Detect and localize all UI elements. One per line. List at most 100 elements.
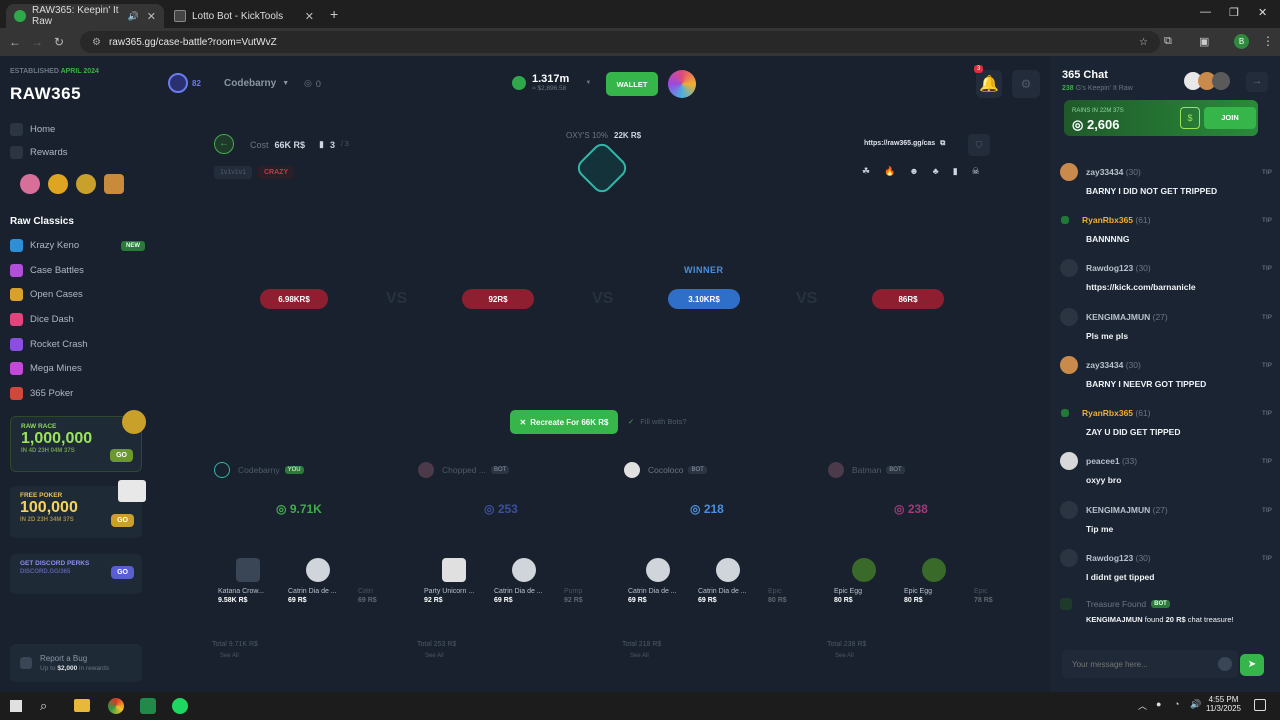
tip-button[interactable]: TIP <box>1262 507 1272 514</box>
close-tab-icon[interactable]: ✕ <box>147 10 156 23</box>
microphone-icon[interactable]: ● <box>1156 699 1161 709</box>
chat-username[interactable]: Rawdog123 <box>1086 263 1133 273</box>
spotify-icon[interactable] <box>172 698 188 714</box>
volume-icon[interactable]: 🔊 <box>1190 699 1201 710</box>
fill-bots-toggle[interactable]: ✓ Fill with Bots? <box>628 417 687 426</box>
wheel-icon[interactable] <box>20 174 40 194</box>
game-dice-dash[interactable]: Dice Dash <box>10 313 145 326</box>
file-explorer-icon[interactable] <box>74 699 90 712</box>
item-card[interactable]: Epic Egg 80 R$ <box>904 558 964 604</box>
tab-raw365[interactable]: RAW365: Keepin' It Raw 🔊 ✕ <box>6 4 164 28</box>
item-card[interactable]: Pump 92 R$ <box>564 558 584 604</box>
tab-search-icon[interactable]: ▣ <box>1199 35 1209 48</box>
chat-username[interactable]: Rawdog123 <box>1086 553 1133 563</box>
clover-icon[interactable]: ♣ <box>933 166 939 177</box>
nav-home[interactable]: Home <box>10 123 145 136</box>
new-tab-icon[interactable]: + <box>330 6 338 22</box>
profile-avatar[interactable]: B <box>1234 34 1249 49</box>
tip-button[interactable]: TIP <box>1262 362 1272 369</box>
shield-icon[interactable]: ⛉ <box>968 134 990 156</box>
chat-username[interactable]: peacee1 <box>1086 456 1120 466</box>
kick-app-icon[interactable] <box>140 698 156 714</box>
tip-button[interactable]: TIP <box>1262 555 1272 562</box>
notifications-icon[interactable] <box>1254 699 1266 711</box>
chat-input[interactable] <box>1062 659 1218 669</box>
tray-chevron-icon[interactable]: ︿ <box>1138 699 1147 712</box>
forward-icon[interactable]: → <box>26 35 48 49</box>
player-3[interactable]: Cocoloco BOT <box>624 462 707 478</box>
send-message-button[interactable]: ➤ <box>1240 654 1264 676</box>
join-rain-button[interactable]: JOIN <box>1204 107 1256 129</box>
chat-username[interactable]: RyanRbx365 <box>1082 408 1133 418</box>
item-card[interactable]: Epic Egg 80 R$ <box>834 558 894 604</box>
extensions-icon[interactable]: ⧉ <box>1164 35 1172 48</box>
bookmark-star-icon[interactable]: ☆ <box>1139 37 1148 48</box>
chevron-down-icon[interactable]: ▼ <box>585 80 591 86</box>
bottle-icon[interactable]: ▮ <box>953 166 958 177</box>
discord-go-button[interactable]: GO <box>111 566 134 579</box>
coin-icon[interactable] <box>48 174 68 194</box>
see-all-link[interactable]: See All <box>425 653 456 659</box>
badge-icon[interactable] <box>76 174 96 194</box>
chat-username[interactable]: KENGIMAJMUN <box>1086 312 1150 322</box>
tip-button[interactable]: TIP <box>1262 265 1272 272</box>
reload-icon[interactable]: ↻ <box>48 35 70 49</box>
user-level[interactable]: 82 <box>168 73 201 93</box>
recreate-button[interactable]: ✕ Recreate For 66K R$ <box>510 410 618 434</box>
browser-menu-icon[interactable]: ⋮ <box>1262 34 1274 48</box>
wallet-button[interactable]: WALLET <box>606 72 658 96</box>
copy-icon[interactable]: ⧉ <box>940 140 945 148</box>
case-icon[interactable]: ☘ <box>862 166 870 177</box>
close-tab-icon[interactable]: ✕ <box>305 10 314 23</box>
tip-button[interactable]: TIP <box>1262 410 1272 417</box>
game-case-battles[interactable]: Case Battles <box>10 264 145 277</box>
windows-start-icon[interactable] <box>10 700 22 712</box>
search-icon[interactable]: ⌕ <box>40 698 47 714</box>
balance-display[interactable]: 1.317m ≈ $2,896.58 ▼ <box>512 73 591 92</box>
item-card[interactable]: Catrin Dia de ... 69 R$ <box>494 558 554 604</box>
raw-race-go-button[interactable]: GO <box>110 449 133 462</box>
fire-icon[interactable]: 🔥 <box>884 166 895 177</box>
wifi-icon[interactable]: ◔ <box>1174 699 1179 709</box>
case-icon[interactable]: ☻ <box>909 166 918 177</box>
clock[interactable]: 4:55 PM 11/3/2025 <box>1206 695 1241 713</box>
item-card[interactable]: Epic 78 R$ <box>974 558 994 604</box>
tip-rain-icon[interactable]: $ <box>1180 107 1200 129</box>
tip-button[interactable]: TIP <box>1262 217 1272 224</box>
minimize-icon[interactable]: — <box>1200 6 1211 18</box>
item-card[interactable]: Catrin Dia de ... 69 R$ <box>288 558 348 604</box>
item-card[interactable]: Catrin Dia de ... 69 R$ <box>628 558 688 604</box>
skull-icon[interactable]: ☠ <box>972 166 980 177</box>
item-card[interactable]: Epic 80 R$ <box>768 558 788 604</box>
chat-username[interactable]: KENGIMAJMUN <box>1086 505 1150 515</box>
tip-button[interactable]: TIP <box>1262 314 1272 321</box>
discord-perks-card[interactable]: GET DISCORD PERKS DISCORD.GG/365 GO <box>10 554 142 594</box>
see-all-link[interactable]: See All <box>835 653 866 659</box>
tip-button[interactable]: TIP <box>1262 458 1272 465</box>
share-link[interactable]: https://raw365.gg/cas ⧉ <box>864 140 945 148</box>
emoji-icon[interactable] <box>1218 657 1232 671</box>
chrome-icon[interactable] <box>108 698 124 714</box>
chat-username[interactable]: RyanRbx365 <box>1082 215 1133 225</box>
item-card[interactable]: Catri 69 R$ <box>358 558 378 604</box>
tip-button[interactable]: TIP <box>1262 169 1272 176</box>
settings-button[interactable]: ⚙ <box>1012 70 1040 98</box>
game-rocket-crash[interactable]: Rocket Crash <box>10 338 145 351</box>
back-arrow-button[interactable]: ← <box>214 134 234 154</box>
item-card[interactable]: Katana Crow... 9.58K R$ <box>218 558 278 604</box>
spin-wheel-icon[interactable] <box>668 70 696 98</box>
item-card[interactable]: Catrin Dia de ... 69 R$ <box>698 558 758 604</box>
item-card[interactable]: Party Unicorn ... 92 R$ <box>424 558 484 604</box>
site-info-icon[interactable]: ⚙ <box>92 37 101 48</box>
report-bug-card[interactable]: Report a Bug Up to $2,000 in rewards <box>10 644 142 682</box>
see-all-link[interactable]: See All <box>630 653 661 659</box>
game-365-poker[interactable]: 365 Poker <box>10 387 145 400</box>
tab-lotto-bot[interactable]: Lotto Bot - KickTools ✕ <box>166 4 322 28</box>
game-open-cases[interactable]: Open Cases <box>10 288 145 301</box>
chest-icon[interactable] <box>104 174 124 194</box>
player-4[interactable]: Batman BOT <box>828 462 905 478</box>
player-2[interactable]: Chopped ... BOT <box>418 462 510 478</box>
site-logo[interactable]: RAW365 <box>10 84 81 104</box>
username-dropdown[interactable]: Codebarny ▼ <box>224 78 289 89</box>
notifications-button[interactable]: 🔔 <box>976 70 1002 98</box>
